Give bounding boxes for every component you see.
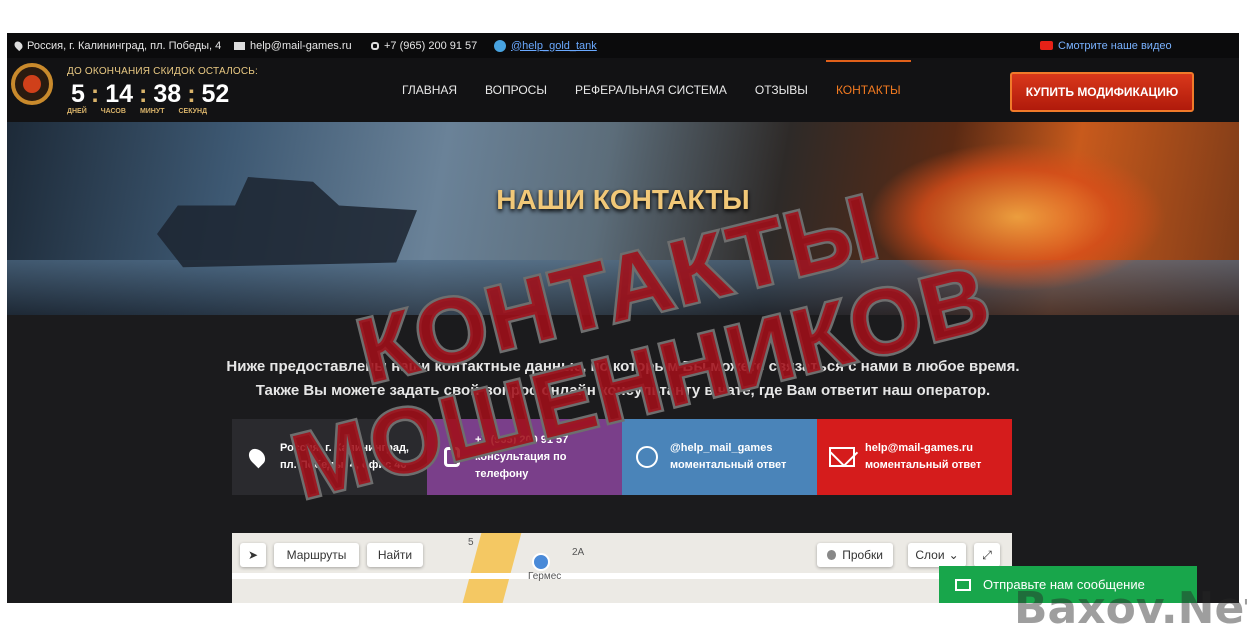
map-poi-pin-icon[interactable]: [532, 553, 550, 571]
phone-icon: [371, 41, 379, 50]
watermark-logo: Baxov.Net: [1014, 583, 1247, 634]
contact-card-line: @help_mail_games: [670, 442, 773, 454]
nav-menu: ГЛАВНАЯ ВОПРОСЫ РЕФЕРАЛЬНАЯ СИСТЕМА ОТЗЫ…: [402, 58, 911, 122]
map-label-5: 5: [468, 537, 474, 548]
topbar-telegram-link[interactable]: @help_gold_tank: [511, 40, 597, 52]
contact-card-line: консультация по телефону: [475, 450, 567, 480]
phone-icon: [439, 444, 465, 470]
map-layers-label: Слои: [915, 548, 945, 562]
nav-item-questions[interactable]: ВОПРОСЫ: [485, 58, 547, 122]
contact-card-line: help@mail-games.ru: [865, 442, 973, 454]
mail-icon: [829, 444, 855, 470]
contact-card-telegram[interactable]: @help_mail_games моментальный ответ: [622, 419, 817, 495]
yandex-map[interactable]: ➤ Маршруты Найти 5 2А Гермес Пробки Слои…: [232, 533, 1012, 603]
telegram-icon: [634, 444, 660, 470]
countdown-timer: 5 : 14 : 38 : 52: [71, 80, 229, 109]
topbar-address: Россия, г. Калининград, пл. Победы, 4: [12, 39, 222, 52]
contact-cards: Россия, г. Калининград, пл. Победы, 4, о…: [232, 419, 1012, 495]
topbar-video-text[interactable]: Смотрите наше видео: [1058, 40, 1172, 52]
fullscreen-icon[interactable]: ⤢: [974, 543, 1000, 567]
timer-unit-days: ДНЕЙ: [67, 108, 87, 115]
contact-card-phone[interactable]: +7 (965) 200 91 57 консультация по телеф…: [427, 419, 622, 495]
timer-separator: :: [187, 80, 196, 108]
map-label-2a: 2А: [572, 547, 585, 558]
timer-unit-seconds: СЕКУНД: [178, 108, 208, 115]
buy-modification-button[interactable]: КУПИТЬ МОДИФИКАЦИЮ: [1010, 72, 1194, 112]
topbar-phone[interactable]: +7 (965) 200 91 57: [371, 40, 477, 52]
nav-item-reviews[interactable]: ОТЗЫВЫ: [755, 58, 808, 122]
mail-icon: [955, 578, 971, 591]
topbar-email[interactable]: help@mail-games.ru: [234, 40, 352, 52]
hero-banner: НАШИ КОНТАКТЫ: [7, 122, 1239, 315]
mail-icon: [234, 41, 245, 50]
location-pin-icon: [12, 39, 25, 52]
timer-hours: 14: [105, 80, 134, 108]
traffic-light-icon: [827, 550, 837, 560]
topbar-telegram[interactable]: @help_gold_tank: [494, 39, 597, 52]
intro-line-1: Ниже предоставлены наши контактные данны…: [226, 358, 1020, 375]
youtube-icon: [1040, 41, 1053, 50]
map-traffic-label: Пробки: [842, 548, 883, 562]
timer-days: 5: [71, 80, 85, 108]
contact-card-email[interactable]: help@mail-games.ru моментальный ответ: [817, 419, 1012, 495]
contact-card-line: Россия, г. Калининград,: [280, 442, 409, 454]
map-layers-button[interactable]: Слои ⌄: [908, 543, 966, 567]
map-routes-button[interactable]: Маршруты: [274, 543, 359, 567]
stopwatch-icon: [11, 63, 53, 105]
hero-explosion-image: [867, 142, 1167, 292]
chevron-down-icon: ⌄: [948, 548, 959, 562]
intro-line-2: Также Вы можете задать свой вопрос онлай…: [255, 382, 991, 399]
location-pin-icon: [244, 444, 270, 470]
website-frame: Россия, г. Калининград, пл. Победы, 4 he…: [7, 33, 1239, 603]
topbar-email-text[interactable]: help@mail-games.ru: [250, 40, 352, 52]
geolocation-arrow-icon[interactable]: ➤: [240, 543, 266, 567]
topbar-phone-text[interactable]: +7 (965) 200 91 57: [384, 40, 477, 52]
nav-item-home[interactable]: ГЛАВНАЯ: [402, 58, 457, 122]
topbar-video-link[interactable]: Смотрите наше видео: [1040, 40, 1172, 52]
topbar-address-text: Россия, г. Калининград, пл. Победы, 4: [27, 39, 222, 52]
timer-seconds: 52: [201, 80, 230, 108]
contact-card-line: пл. Победы, 4, офис 46: [280, 459, 407, 471]
map-find-button[interactable]: Найти: [367, 543, 423, 567]
timer-unit-hours: ЧАСОВ: [100, 108, 126, 115]
contact-card-line: моментальный ответ: [670, 459, 787, 471]
nav-item-referral[interactable]: РЕФЕРАЛЬНАЯ СИСТЕМА: [575, 58, 727, 122]
timer-units: ДНЕЙ ЧАСОВ МИНУТ СЕКУНД: [67, 108, 207, 115]
map-traffic-button[interactable]: Пробки: [817, 543, 893, 567]
top-info-bar: Россия, г. Калининград, пл. Победы, 4 he…: [7, 33, 1239, 58]
timer-unit-minutes: МИНУТ: [139, 108, 165, 115]
nav-item-contacts[interactable]: КОНТАКТЫ: [825, 58, 911, 122]
timer-label: ДО ОКОНЧАНИЯ СКИДОК ОСТАЛОСЬ:: [67, 66, 258, 77]
telegram-icon: [494, 39, 506, 52]
page-title: НАШИ КОНТАКТЫ: [496, 184, 750, 215]
contact-card-line: +7 (965) 200 91 57: [475, 433, 569, 446]
timer-separator: :: [90, 80, 100, 108]
contact-card-address: Россия, г. Калининград, пл. Победы, 4, о…: [232, 419, 427, 495]
map-place-label: Гермес: [528, 571, 562, 582]
intro-text: Ниже предоставлены наши контактные данны…: [7, 355, 1239, 403]
timer-separator: :: [139, 80, 148, 108]
contact-card-line: моментальный ответ: [865, 459, 982, 471]
timer-minutes: 38: [153, 80, 182, 108]
map-road: [232, 573, 1012, 579]
